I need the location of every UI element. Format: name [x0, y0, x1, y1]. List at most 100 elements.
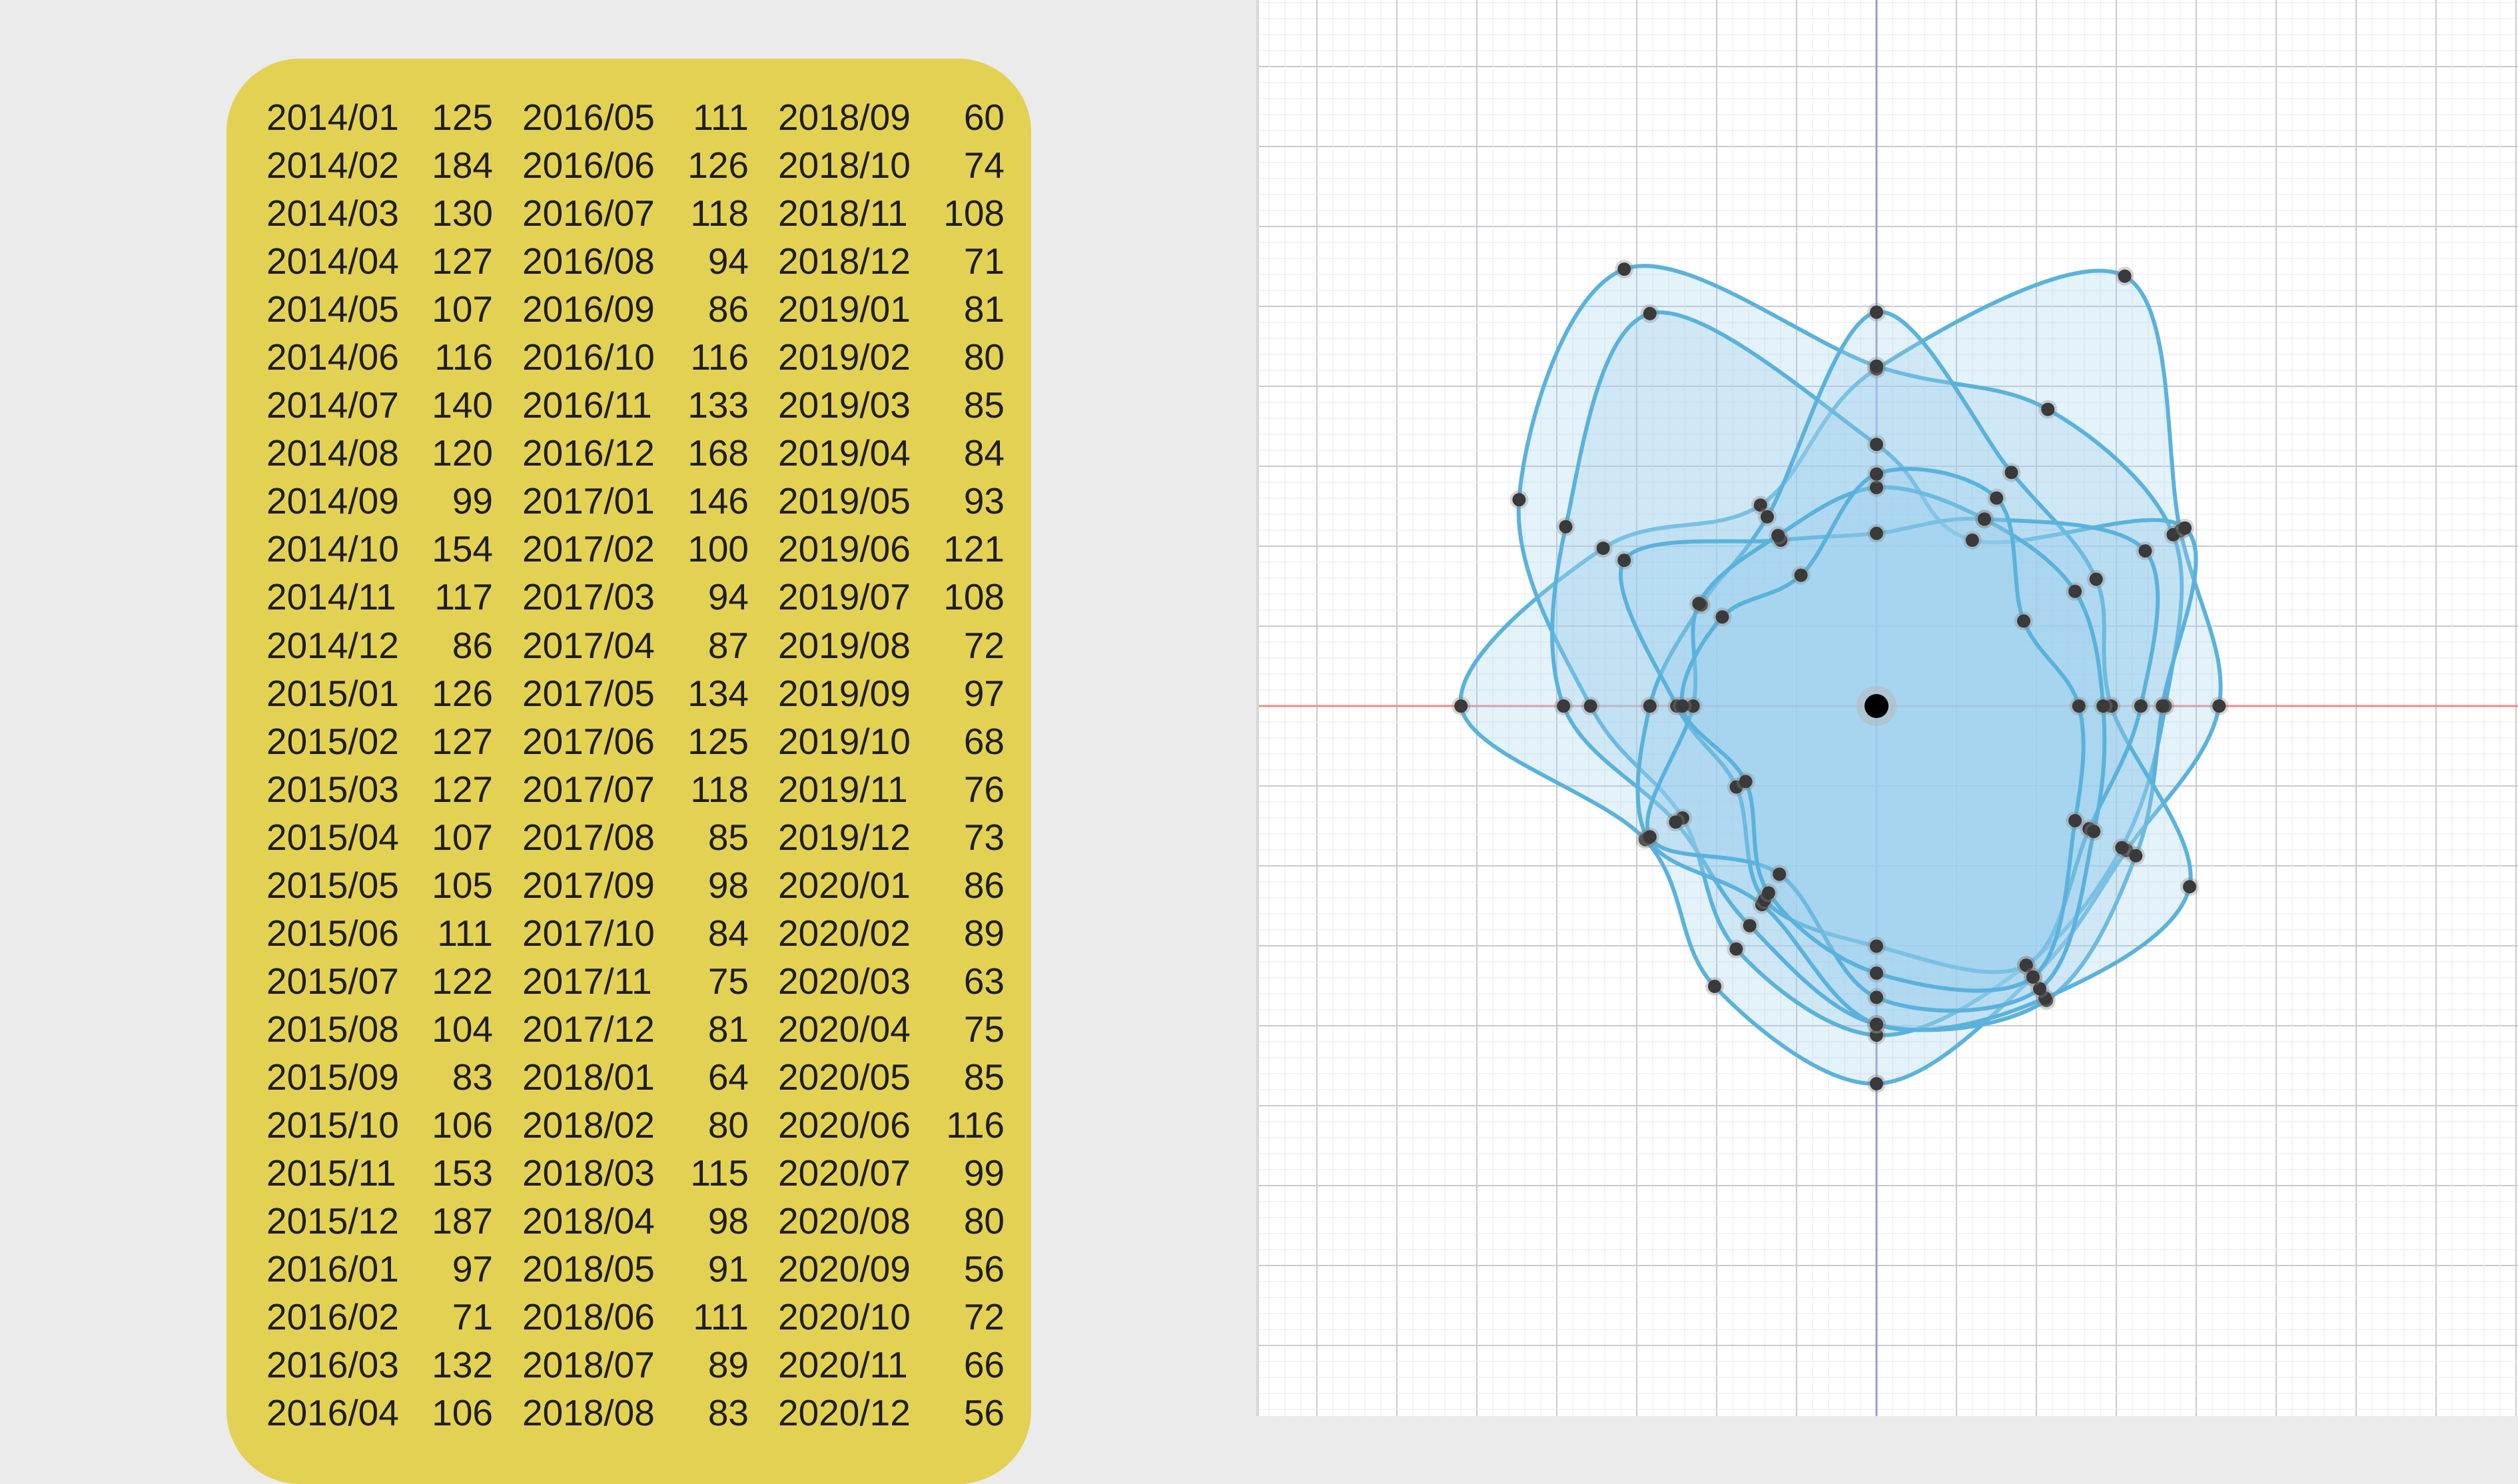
table-row: 2015/04 107 — [266, 813, 493, 861]
table-cell-date: 2014/01 — [266, 97, 399, 138]
table-cell-value: 116 — [434, 336, 493, 378]
data-point — [1583, 699, 1597, 713]
table-cell-date: 2014/04 — [266, 240, 399, 282]
table-row: 2014/07 140 — [266, 381, 493, 429]
polar-chart[interactable] — [1259, 0, 2518, 1416]
table-cell-value: 98 — [707, 1200, 749, 1242]
table-cell-date: 2017/06 — [522, 720, 655, 762]
table-row: 2019/05 93 — [778, 477, 1005, 525]
table-row: 2014/05 107 — [266, 285, 493, 333]
table-row: 2020/11 66 — [778, 1341, 1005, 1389]
table-cell-value: 154 — [432, 528, 493, 570]
data-point — [1870, 305, 1883, 319]
table-row: 2016/02 71 — [266, 1293, 493, 1341]
table-cell-date: 2017/08 — [522, 816, 655, 858]
data-table-card: 2014/01 125 2014/02 184 2014/03 130 2014/04 127… — [226, 59, 1031, 1484]
table-cell-value: 106 — [432, 1104, 493, 1146]
table-cell-value: 146 — [687, 480, 749, 522]
data-point — [1454, 699, 1468, 713]
table-cell-value: 68 — [963, 720, 1005, 762]
graph-panel[interactable] — [1259, 0, 2518, 1416]
table-row: 2018/07 89 — [522, 1341, 749, 1389]
table-cell-value: 72 — [963, 624, 1005, 666]
table-row: 2019/12 73 — [778, 813, 1005, 861]
table-cell-date: 2015/03 — [266, 768, 399, 810]
table-cell-value: 115 — [690, 1152, 749, 1194]
table-cell-date: 2018/04 — [522, 1200, 655, 1242]
table-cell-value: 100 — [687, 528, 749, 570]
table-cell-date: 2017/12 — [522, 1008, 655, 1050]
data-point — [1990, 491, 2004, 505]
table-cell-date: 2017/11 — [522, 960, 652, 1002]
table-row: 2015/08 104 — [266, 1005, 493, 1053]
table-column-2: 2016/05 111 2016/06 126 2016/07 118 2016/08 94 2… — [522, 93, 749, 1437]
table-cell-date: 2018/12 — [778, 240, 911, 282]
data-point — [1870, 1017, 1883, 1031]
table-row: 2016/01 97 — [266, 1245, 493, 1293]
table-row: 2018/02 80 — [522, 1101, 749, 1149]
table-row: 2015/05 105 — [266, 861, 493, 909]
data-point — [1870, 939, 1883, 953]
table-cell-date: 2018/05 — [522, 1248, 655, 1290]
data-point — [1870, 966, 1883, 980]
table-cell-value: 71 — [452, 1296, 493, 1338]
data-point — [1643, 699, 1657, 713]
table-cell-value: 60 — [963, 97, 1005, 138]
table-cell-date: 2019/05 — [778, 480, 911, 522]
data-point — [2089, 572, 2103, 586]
table-cell-value: 74 — [963, 145, 1005, 186]
table-row: 2019/08 72 — [778, 621, 1005, 669]
table-cell-value: 81 — [963, 288, 1005, 330]
table-row: 2020/06 116 — [778, 1101, 1005, 1149]
table-cell-date: 2018/09 — [778, 97, 911, 138]
table-row: 2017/11 75 — [522, 957, 749, 1005]
table-cell-date: 2020/09 — [778, 1248, 911, 1290]
data-point — [1675, 699, 1689, 713]
table-cell-date: 2015/04 — [266, 816, 399, 858]
data-point — [1512, 493, 1526, 507]
table-cell-value: 75 — [963, 1008, 1005, 1050]
data-point — [2129, 849, 2143, 863]
table-cell-date: 2014/10 — [266, 528, 399, 570]
table-row: 2014/02 184 — [266, 141, 493, 189]
table-cell-value: 87 — [707, 624, 749, 666]
table-cell-date: 2020/02 — [778, 912, 911, 954]
table-row: 2018/09 60 — [778, 93, 1005, 141]
series-curves — [1458, 264, 2223, 1086]
table-row: 2016/09 86 — [522, 285, 749, 333]
data-point — [2004, 466, 2018, 480]
table-row: 2018/08 83 — [522, 1389, 749, 1437]
table-row: 2019/01 81 — [778, 285, 1005, 333]
table-cell-value: 117 — [434, 576, 493, 618]
table-cell-date: 2015/02 — [266, 720, 399, 762]
table-cell-value: 127 — [432, 240, 493, 282]
table-cell-value: 73 — [963, 816, 1005, 858]
data-point — [2041, 402, 2055, 416]
table-cell-date: 2016/05 — [522, 97, 655, 138]
table-cell-value: 71 — [963, 240, 1005, 282]
table-row: 2014/04 127 — [266, 237, 493, 285]
table-cell-date: 2015/09 — [266, 1056, 399, 1098]
table-cell-date: 2019/06 — [778, 528, 911, 570]
table-cell-date: 2016/02 — [266, 1296, 399, 1338]
data-point — [2178, 521, 2192, 535]
table-row: 2017/06 125 — [522, 717, 749, 765]
table-cell-date: 2020/01 — [778, 864, 911, 906]
data-point — [1692, 597, 1706, 611]
table-row: 2016/10 116 — [522, 333, 749, 381]
table-row: 2015/11 153 — [266, 1149, 493, 1197]
data-point — [1557, 699, 1571, 713]
table-cell-date: 2019/02 — [778, 336, 911, 378]
table-cell-date: 2015/05 — [266, 864, 399, 906]
table-cell-date: 2016/12 — [522, 432, 655, 474]
table-cell-date: 2019/07 — [778, 576, 911, 618]
data-point — [2026, 970, 2040, 984]
table-row: 2014/09 99 — [266, 477, 493, 525]
table-cell-date: 2016/10 — [522, 336, 655, 378]
table-row: 2020/04 75 — [778, 1005, 1005, 1053]
table-row: 2020/03 63 — [778, 957, 1005, 1005]
table-cell-date: 2018/08 — [522, 1392, 655, 1434]
table-row: 2016/12 168 — [522, 429, 749, 477]
table-row: 2016/08 94 — [522, 237, 749, 285]
data-point — [1559, 520, 1573, 534]
